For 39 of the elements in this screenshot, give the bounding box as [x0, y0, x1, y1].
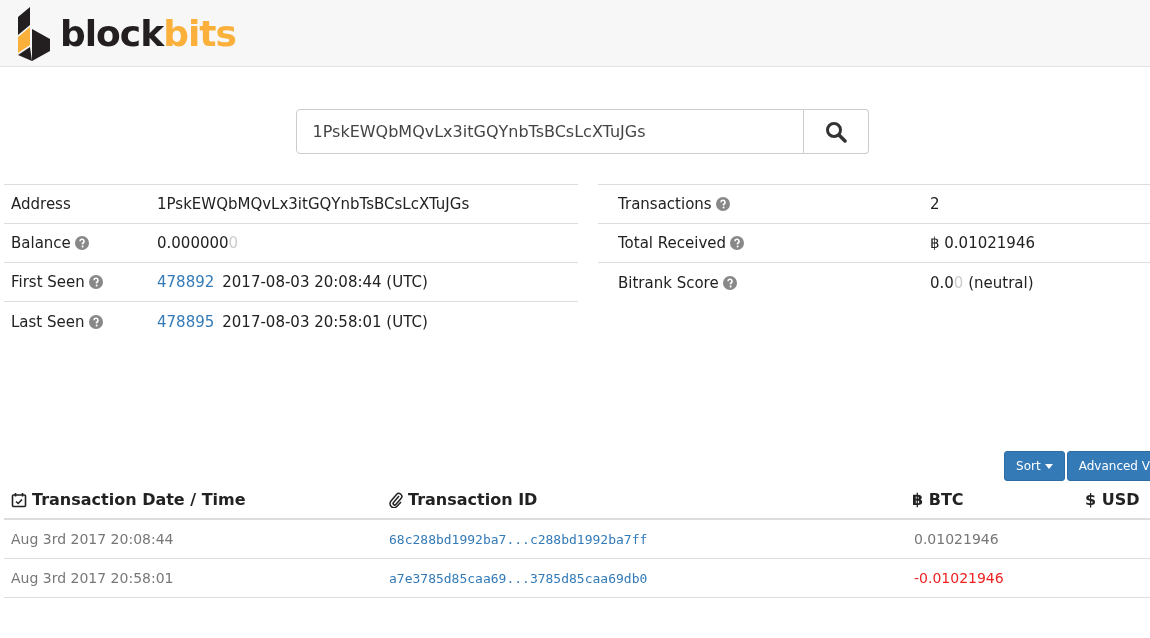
search-icon: [824, 120, 847, 143]
field-label: Bitrank Score: [618, 273, 719, 292]
column-header: Transaction ID: [408, 490, 538, 509]
field-label: Transactions: [618, 195, 712, 213]
transaction-link[interactable]: a7e3785d85caa69...3785d85caa69db0: [389, 570, 648, 586]
table-cell: 0.01021946: [914, 531, 999, 547]
paperclip-icon: [389, 491, 403, 508]
field-label: First Seen: [11, 273, 85, 291]
block-link[interactable]: 478895: [157, 312, 215, 331]
cube-logo-icon: [16, 5, 52, 61]
help-icon[interactable]: [88, 275, 103, 289]
field-value: ฿ 0.01021946: [930, 234, 1035, 252]
help-icon[interactable]: [88, 314, 103, 329]
column-header: ฿ BTC: [912, 490, 964, 509]
logo-wordmark: blockbits: [60, 12, 236, 54]
field-value: 1PskEWQbMQvLx3itGQYnbTsBCsLcXTuJGs: [157, 195, 470, 213]
calendar-icon: [11, 491, 27, 508]
help-icon[interactable]: [722, 275, 737, 290]
column-header: Transaction Date / Time: [32, 490, 246, 509]
toolbar-button[interactable]: Sort: [1004, 451, 1065, 481]
toolbar-button[interactable]: Advanced V: [1066, 451, 1150, 481]
field-value: 2: [930, 195, 940, 213]
field-label: Last Seen: [11, 312, 85, 331]
help-icon[interactable]: [730, 236, 745, 250]
table-cell: Aug 3rd 2017 20:08:44: [11, 531, 174, 547]
field-label: Balance: [11, 234, 71, 252]
search-field[interactable]: 1PskEWQbMQvLx3itGQYnbTsBCsLcXTuJGs: [295, 109, 804, 154]
search-button[interactable]: [803, 109, 869, 154]
help-icon[interactable]: [74, 236, 89, 250]
field-label: Total Received: [618, 234, 727, 252]
table-cell: Aug 3rd 2017 20:58:01: [11, 570, 174, 586]
column-header: $ USD: [1085, 490, 1140, 509]
transaction-link[interactable]: 68c288bd1992ba7...c288bd1992ba7ff: [389, 531, 648, 547]
field-label: Address: [11, 195, 71, 213]
help-icon[interactable]: [715, 197, 730, 211]
field-value: 2017-08-03 20:58:01 (UTC): [222, 312, 428, 331]
block-link[interactable]: 478892: [157, 273, 215, 291]
table-cell: -0.01021946: [914, 570, 1004, 586]
field-value: 2017-08-03 20:08:44 (UTC): [222, 273, 428, 291]
